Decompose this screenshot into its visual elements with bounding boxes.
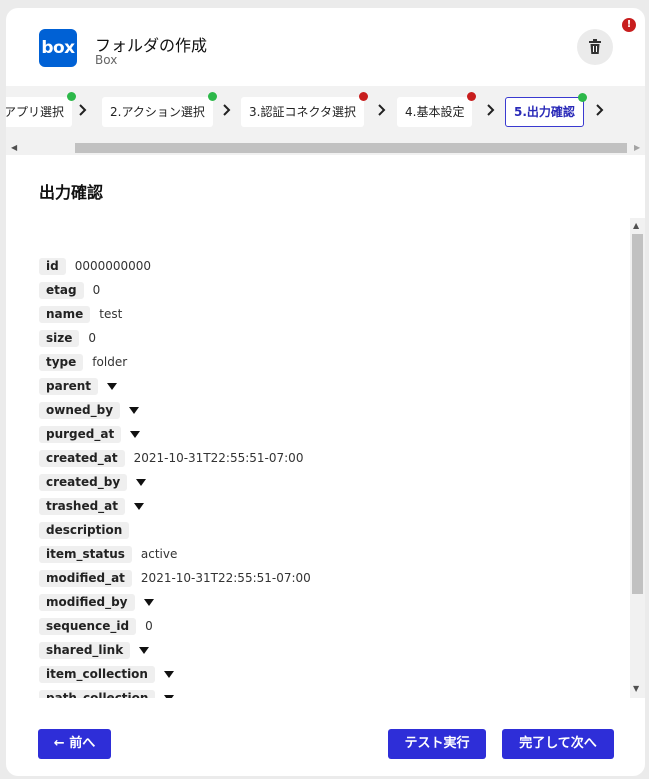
section-title: 出力確認 [39,183,104,202]
field-row-path-collection[interactable]: path_collection [39,686,311,698]
field-row-type: type folder [39,350,311,374]
caret-down-icon[interactable] [136,478,147,486]
field-row-size: size 0 [39,326,311,350]
chevron-right-icon [223,104,231,116]
caret-down-icon[interactable] [134,502,144,510]
field-key: created_by [39,473,128,491]
delete-button[interactable] [577,29,613,65]
field-value: 2021-10-31T22:55:51-07:00 [140,571,311,585]
field-row-modified-by[interactable]: modified_by [39,590,311,614]
field-row-description: description [39,518,311,542]
step-navigation: アプリ選択 2.アクション選択 3.認証コネクタ選択 4.基本設定 5.出力確認 [6,86,645,140]
scrollbar-thumb[interactable] [75,143,627,153]
field-rows: id 0000000000 etag 0 name test size 0 type folder… [39,254,311,698]
field-key: type [39,353,84,371]
field-row-sequence-id: sequence_id 0 [39,614,311,638]
step-error-icon [467,92,477,101]
field-key: item_collection [39,665,155,683]
step-label: 3.認証コネクタ選択 [249,105,356,119]
prev-button[interactable]: ← 前へ [38,729,111,759]
field-key: etag [39,281,84,299]
step-connector-select[interactable]: 3.認証コネクタ選択 [241,92,368,127]
field-row-created-by[interactable]: created_by [39,470,311,494]
field-key: sequence_id [39,617,137,635]
step-label: 2.アクション選択 [110,105,205,119]
step-label: アプリ選択 [6,105,65,119]
field-key: created_at [39,449,125,467]
step-app-select[interactable]: アプリ選択 [6,92,77,127]
chevron-right-icon [596,104,604,116]
field-key: modified_by [39,593,135,611]
horizontal-scrollbar[interactable]: ◀ ▶ [6,140,645,155]
field-key: path_collection [39,689,156,698]
field-key: purged_at [39,425,122,443]
complete-next-button[interactable]: 完了して次へ [502,729,614,759]
field-row-item-collection[interactable]: item_collection [39,662,311,686]
task-settings-panel: box フォルダの作成 Box アプリ選択 2.アクション選択 3.認証コネクタ… [6,8,645,776]
field-row-name: name test [39,302,311,326]
panel-header: box フォルダの作成 Box [6,8,645,86]
caret-down-icon[interactable] [164,694,175,698]
alert-badge: ! [622,18,636,32]
step-label: 4.基本設定 [405,105,465,119]
field-row-created-at: created_at 2021-10-31T22:55:51-07:00 [39,446,311,470]
vertical-scrollbar[interactable]: ▲ ▼ [630,218,645,698]
step-error-icon [358,92,368,101]
field-row-item-status: item_status active [39,542,311,566]
step-basic-settings[interactable]: 4.基本設定 [397,92,477,127]
caret-down-icon[interactable] [143,598,154,606]
field-row-trashed-at[interactable]: trashed_at [39,494,311,518]
field-key: description [39,521,130,539]
caret-down-icon[interactable] [107,382,118,390]
scroll-left-icon[interactable]: ◀ [11,143,17,152]
field-value: 0 [92,283,101,297]
field-key: name [39,305,91,323]
field-value: active [140,547,178,561]
chevron-right-icon [378,104,386,116]
field-value: 0 [88,331,97,345]
field-value: test [99,307,123,321]
field-key: item_status [39,545,132,563]
field-row-purged-at[interactable]: purged_at [39,422,311,446]
step-action-select[interactable]: 2.アクション選択 [102,92,217,127]
scroll-down-icon[interactable]: ▼ [633,684,639,693]
scroll-up-icon[interactable]: ▲ [633,221,639,230]
field-key: modified_at [39,569,132,587]
trash-icon [589,39,601,54]
field-value: 2021-10-31T22:55:51-07:00 [133,451,304,465]
field-value: 0000000000 [74,259,152,273]
field-row-modified-at: modified_at 2021-10-31T22:55:51-07:00 [39,566,311,590]
scrollbar-thumb[interactable] [632,234,643,594]
field-row-etag: etag 0 [39,278,311,302]
step-complete-icon [207,92,217,101]
caret-down-icon[interactable] [163,670,174,678]
output-list: id 0000000000 etag 0 name test size 0 type folder… [6,218,645,698]
step-label: 5.出力確認 [514,105,575,119]
field-value: folder [92,355,128,369]
app-name: Box [95,53,118,67]
field-row-id: id 0000000000 [39,254,311,278]
field-key: trashed_at [39,497,125,515]
step-complete-icon [577,93,587,102]
chevron-right-icon [487,104,495,116]
field-key: parent [39,377,99,395]
field-key: id [39,257,66,275]
caret-down-icon[interactable] [129,406,140,414]
step-output-confirm[interactable]: 5.出力確認 [505,93,587,127]
chevron-right-icon [79,104,87,116]
caret-down-icon[interactable] [139,646,150,654]
field-row-shared-link[interactable]: shared_link [39,638,311,662]
field-value: 0 [145,619,153,633]
box-logo: box [39,29,77,67]
test-run-button[interactable]: テスト実行 [388,729,486,759]
field-key: owned_by [39,401,121,419]
field-key: shared_link [39,641,131,659]
field-row-owned-by[interactable]: owned_by [39,398,311,422]
field-key: size [39,329,80,347]
caret-down-icon[interactable] [130,430,141,438]
step-complete-icon [67,92,77,101]
scroll-right-icon[interactable]: ▶ [634,143,640,152]
field-row-parent[interactable]: parent [39,374,311,398]
